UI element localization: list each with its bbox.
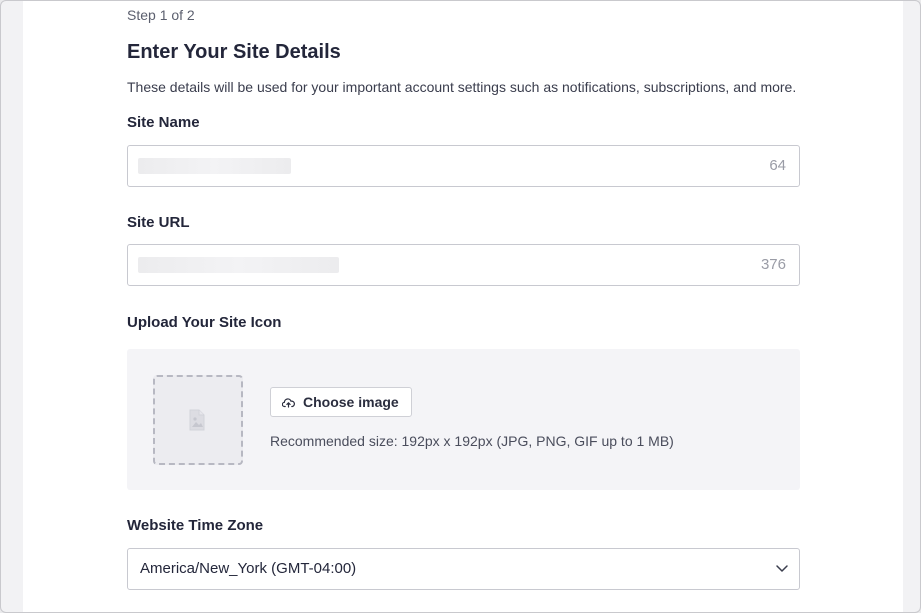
site-name-input[interactable]: 64	[127, 145, 800, 187]
choose-image-button[interactable]: Choose image	[270, 387, 412, 417]
timezone-selected-value: America/New_York (GMT-04:00)	[140, 560, 357, 577]
window-frame: Step 1 of 2 Enter Your Site Details Thes…	[0, 0, 921, 613]
site-url-char-counter: 376	[760, 256, 786, 273]
page-title: Enter Your Site Details	[127, 41, 341, 63]
timezone-select[interactable]: America/New_York (GMT-04:00)	[127, 548, 800, 590]
site-details-form: Step 1 of 2 Enter Your Site Details Thes…	[23, 1, 903, 612]
chevron-down-icon	[776, 565, 788, 572]
site-url-redacted-value	[138, 257, 339, 273]
image-file-icon	[189, 409, 205, 431]
page-description: These details will be used for your impo…	[127, 79, 797, 95]
step-indicator: Step 1 of 2	[127, 7, 195, 23]
recommended-size-hint: Recommended size: 192px x 192px (JPG, PN…	[270, 433, 674, 449]
site-name-label: Site Name	[127, 114, 200, 131]
site-icon-upload-area: Choose image Recommended size: 192px x 1…	[127, 349, 800, 490]
site-url-input[interactable]: 376	[127, 244, 800, 286]
site-url-label: Site URL	[127, 214, 190, 231]
site-icon-label: Upload Your Site Icon	[127, 314, 282, 331]
site-name-char-counter: 64	[769, 157, 786, 174]
site-name-redacted-value	[138, 158, 291, 174]
site-icon-preview[interactable]	[153, 375, 243, 465]
timezone-label: Website Time Zone	[127, 517, 264, 534]
cloud-upload-icon	[282, 397, 295, 408]
choose-image-label: Choose image	[303, 394, 399, 410]
